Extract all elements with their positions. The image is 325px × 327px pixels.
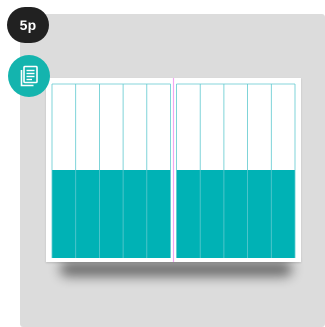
two-page-spread — [46, 78, 301, 262]
document-badge — [8, 55, 50, 97]
spread-grid — [51, 78, 296, 262]
left-page-image-block — [52, 170, 171, 258]
document-stack-icon — [20, 65, 38, 87]
layout-preview-card: 5p — [0, 0, 325, 327]
spread-shadow — [60, 262, 292, 276]
page-count-label: 5p — [19, 17, 37, 33]
page-count-badge: 5p — [7, 7, 49, 43]
right-page-image-block — [176, 170, 295, 258]
